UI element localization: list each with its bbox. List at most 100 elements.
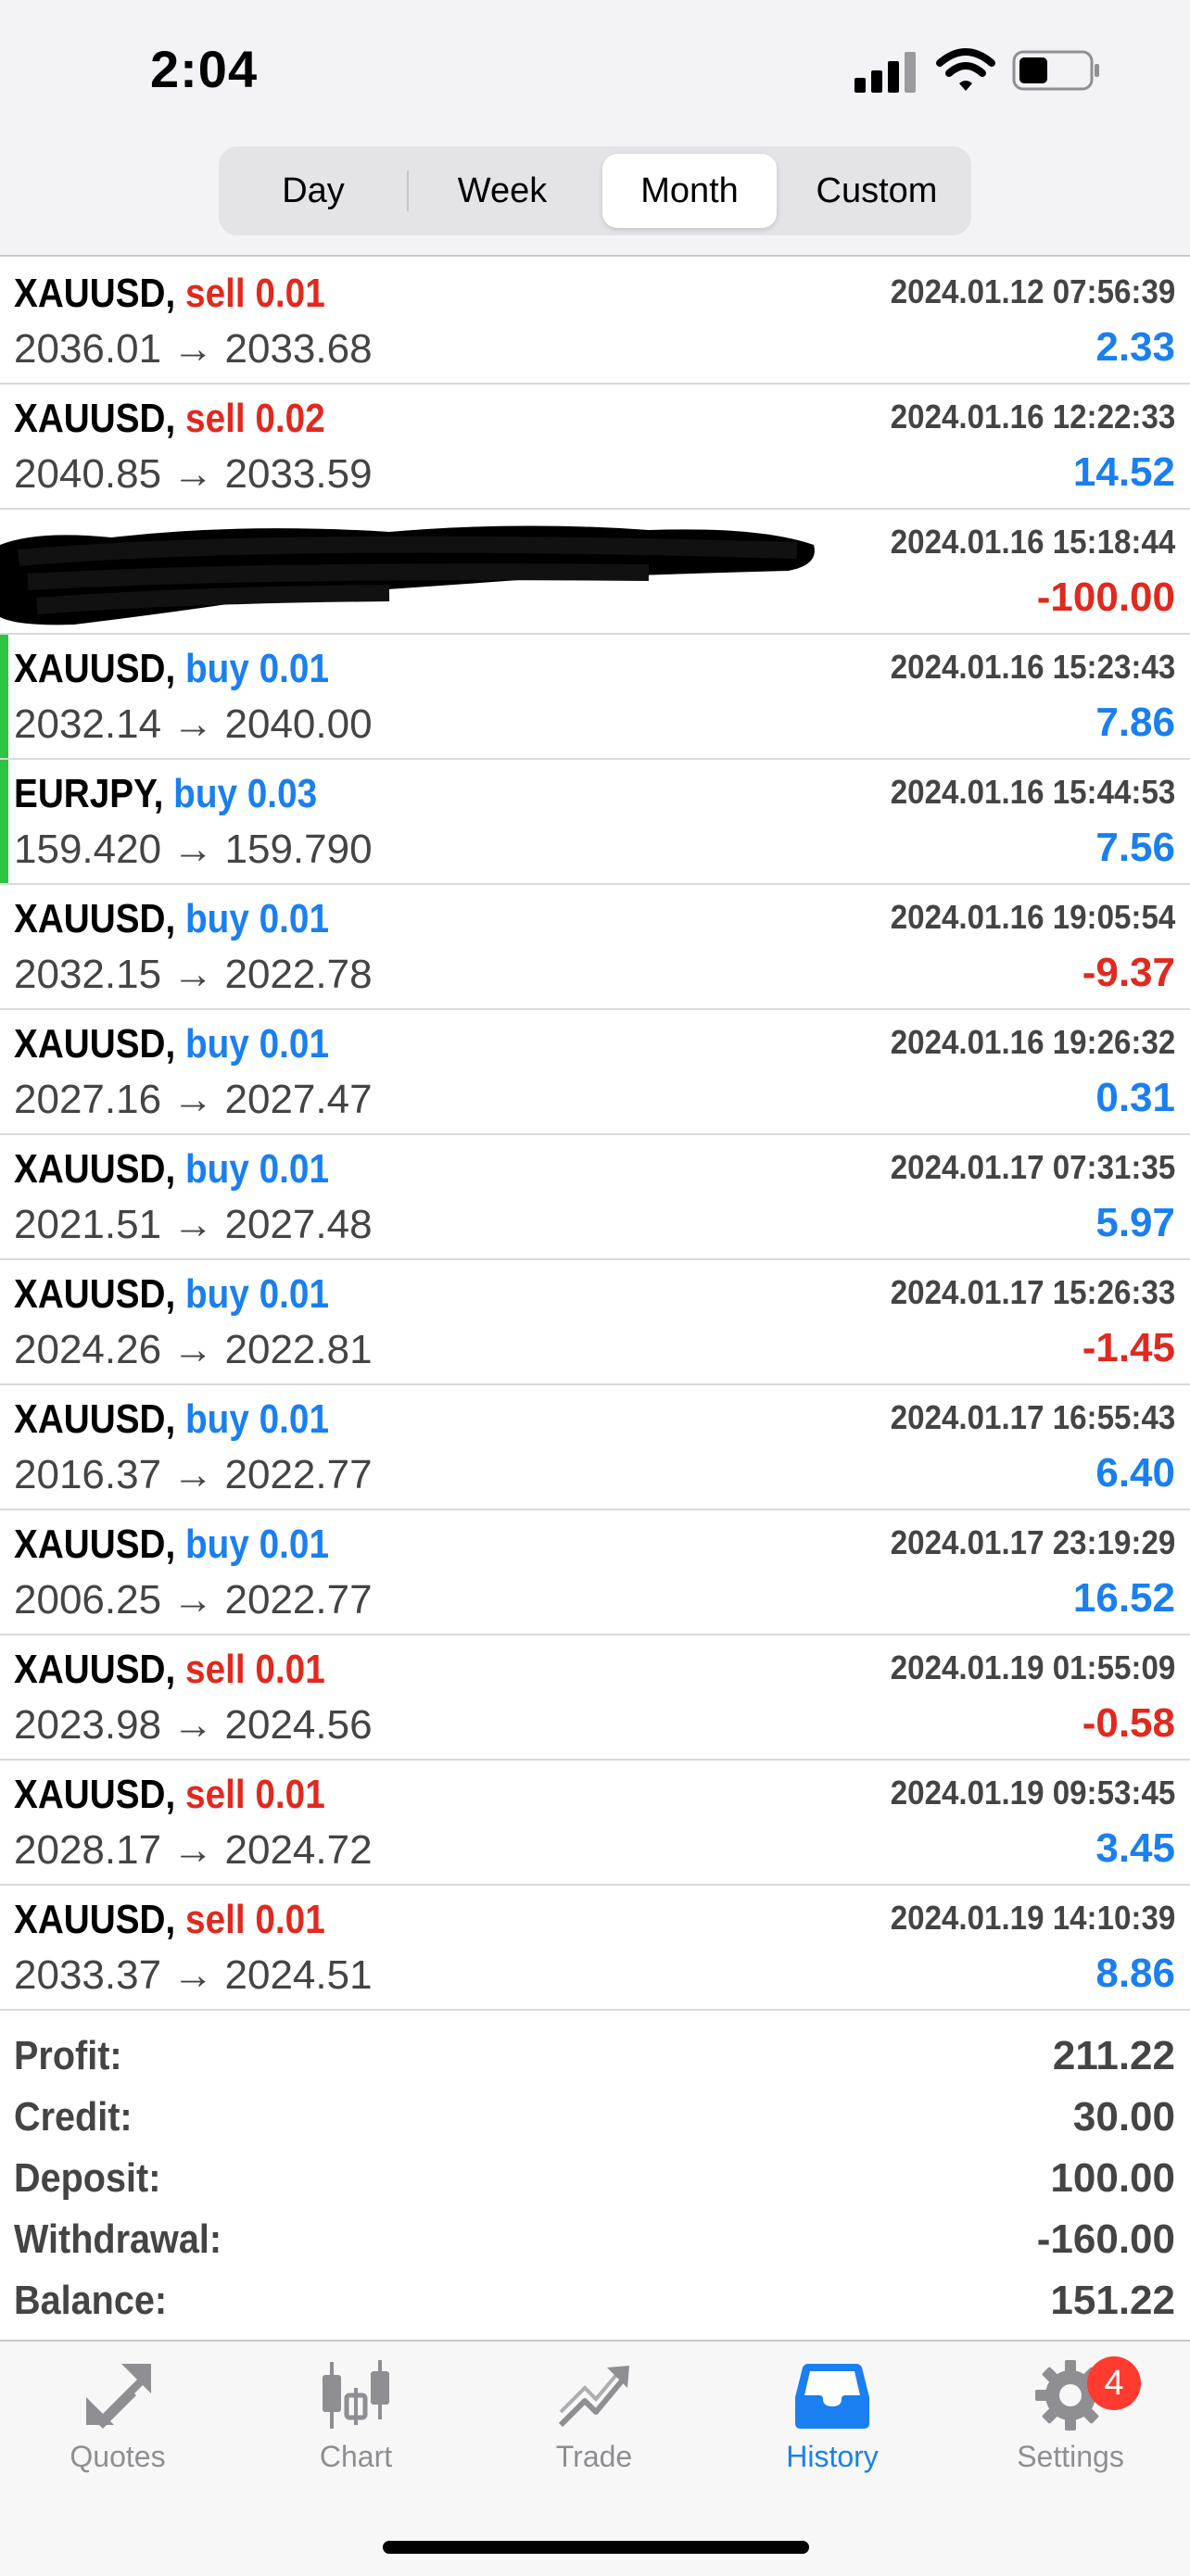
trade-prices: 2032.14 → 2040.00	[14, 701, 373, 747]
trade-title: XAUUSD, buy 0.01	[14, 646, 329, 692]
trade-symbol: XAUUSD,	[14, 646, 176, 691]
trade-row[interactable]: XAUUSD, buy 0.01 2006.25 → 2022.77 2024.…	[0, 1510, 1190, 1635]
trade-prices: 159.420 → 159.790	[14, 827, 373, 872]
trade-row[interactable]: XAUUSD, buy 0.01 2021.51 → 2027.48 2024.…	[0, 1135, 1190, 1260]
trade-side: buy 0.03	[173, 771, 318, 816]
trade-symbol: XAUUSD,	[14, 1396, 176, 1442]
tab-day[interactable]: Day	[226, 154, 400, 228]
trade-title: XAUUSD, sell 0.01	[14, 1772, 325, 1818]
summary-value: 151.22	[1050, 2278, 1175, 2323]
summary-label: Deposit:	[14, 2155, 161, 2201]
trade-row[interactable]: XAUUSD, sell 0.02 2040.85 → 2033.59 2024…	[0, 385, 1190, 510]
trade-profit: 6.40	[1095, 1450, 1175, 1496]
trade-prices: 2016.37 → 2022.77	[14, 1452, 373, 1497]
trade-profit: -100.00	[1036, 575, 1175, 620]
trade-profit: 7.56	[1095, 825, 1175, 870]
account-summary: Profit: 211.22 Credit: 30.00 Deposit: 10…	[0, 2027, 1190, 2342]
trade-title: XAUUSD, buy 0.01	[14, 1396, 329, 1443]
tabbar-item-trade[interactable]: Trade	[501, 2360, 687, 2490]
trade-profit: 8.86	[1095, 1951, 1175, 1996]
trade-prices: 2032.15 → 2022.78	[14, 952, 373, 997]
trade-symbol: XAUUSD,	[14, 1647, 176, 1692]
period-segmented-control: Day Week Month Custom	[219, 146, 971, 235]
trade-profit: -0.58	[1082, 1700, 1175, 1746]
tabbar-label: Chart	[319, 2440, 393, 2473]
tabbar-item-settings[interactable]: 4 Settings	[978, 2356, 1163, 2490]
trade-row[interactable]: XAUUSD, sell 0.01 2033.37 → 2024.51 2024…	[0, 1886, 1190, 2011]
trade-side: sell 0.01	[185, 1647, 325, 1692]
status-time: 2:04	[150, 40, 259, 98]
trade-date: 2024.01.16 15:18:44	[890, 523, 1175, 561]
trade-title: XAUUSD, sell 0.01	[14, 271, 325, 317]
trade-title: XAUUSD, buy 0.01	[14, 896, 329, 942]
period-selector-area: Day Week Month Custom	[0, 139, 1190, 257]
trade-date: 2024.01.12 07:56:39	[890, 272, 1175, 310]
trade-symbol: XAUUSD,	[14, 1146, 176, 1192]
status-bar: 2:04	[0, 0, 1190, 139]
summary-value: 100.00	[1050, 2155, 1175, 2201]
trade-row[interactable]: EURJPY, buy 0.03 159.420 → 159.790 2024.…	[0, 760, 1190, 885]
trade-row[interactable]: XAUUSD, buy 0.01 2032.14 → 2040.00 2024.…	[0, 635, 1190, 760]
tab-custom[interactable]: Custom	[790, 154, 964, 228]
segment-divider	[407, 170, 409, 211]
tabbar-label: Quotes	[70, 2440, 166, 2473]
trade-profit: 5.97	[1095, 1200, 1175, 1245]
trade-row[interactable]: XAUUSD, sell 0.01 2028.17 → 2024.72 2024…	[0, 1761, 1190, 1886]
trade-date: 2024.01.16 19:26:32	[890, 1023, 1175, 1061]
trade-symbol: XAUUSD,	[14, 1271, 176, 1317]
settings-notification-badge: 4	[1087, 2356, 1141, 2410]
trade-side: buy 0.01	[185, 1146, 329, 1192]
trade-side: sell 0.01	[185, 1897, 325, 1942]
trade-title: XAUUSD, buy 0.01	[14, 1271, 329, 1318]
trade-row-redacted[interactable]: 2024.01.16 15:18:44 -100.00	[0, 510, 1190, 635]
tabbar-label: Settings	[1017, 2440, 1124, 2473]
tab-week[interactable]: Week	[415, 154, 589, 228]
trade-symbol: XAUUSD,	[14, 271, 176, 316]
trade-prices: 2027.16 → 2027.47	[14, 1077, 373, 1122]
trade-side: buy 0.01	[185, 646, 329, 691]
trade-prices: 2024.26 → 2022.81	[14, 1327, 373, 1372]
trade-profit: 7.86	[1095, 700, 1175, 745]
trade-prices: 2036.01 → 2033.68	[14, 326, 373, 372]
trade-side: buy 0.01	[185, 1271, 329, 1317]
summary-value: 30.00	[1072, 2094, 1175, 2140]
trade-row[interactable]: XAUUSD, sell 0.01 2036.01 → 2033.68 2024…	[0, 259, 1190, 385]
summary-row-credit: Credit: 30.00	[0, 2089, 1190, 2150]
cellular-signal-icon	[855, 52, 916, 93]
tabbar-item-chart[interactable]: Chart	[263, 2360, 449, 2490]
open-position-marker	[0, 760, 8, 883]
trade-row[interactable]: XAUUSD, buy 0.01 2032.15 → 2022.78 2024.…	[0, 885, 1190, 1010]
trade-row[interactable]: XAUUSD, buy 0.01 2016.37 → 2022.77 2024.…	[0, 1385, 1190, 1510]
summary-label: Balance:	[14, 2278, 168, 2323]
trade-side: buy 0.01	[185, 1522, 329, 1567]
trade-side: buy 0.01	[185, 1021, 329, 1067]
open-position-marker	[0, 635, 8, 758]
trade-side: sell 0.01	[185, 271, 325, 316]
summary-label: Credit:	[14, 2094, 133, 2140]
trade-symbol: XAUUSD,	[14, 1772, 176, 1817]
tabbar-item-quotes[interactable]: Quotes	[25, 2360, 210, 2490]
trade-symbol: XAUUSD,	[14, 1522, 176, 1567]
tab-month[interactable]: Month	[602, 154, 777, 228]
trade-prices: 2028.17 → 2024.72	[14, 1827, 373, 1873]
trade-icon	[558, 2366, 629, 2428]
bottom-tab-bar: Quotes Chart Trade History 4 Settings	[0, 2340, 1190, 2576]
trade-symbol: XAUUSD,	[14, 896, 176, 941]
trade-title: EURJPY, buy 0.03	[14, 771, 317, 817]
summary-row-balance: Balance: 151.22	[0, 2272, 1190, 2333]
tabbar-item-history[interactable]: History	[740, 2360, 925, 2490]
summary-label: Withdrawal:	[14, 2216, 222, 2262]
trade-row[interactable]: XAUUSD, buy 0.01 2024.26 → 2022.81 2024.…	[0, 1260, 1190, 1385]
trade-date: 2024.01.19 14:10:39	[890, 1899, 1175, 1937]
wifi-icon	[936, 48, 995, 91]
trade-date: 2024.01.19 09:53:45	[890, 1774, 1175, 1812]
trade-title: XAUUSD, sell 0.01	[14, 1647, 325, 1693]
trade-prices: 2023.98 → 2024.56	[14, 1702, 373, 1748]
trade-row[interactable]: XAUUSD, sell 0.01 2023.98 → 2024.56 2024…	[0, 1635, 1190, 1761]
summary-value: -160.00	[1036, 2216, 1175, 2262]
trade-date: 2024.01.19 01:55:09	[890, 1648, 1175, 1686]
trade-profit: 3.45	[1095, 1825, 1175, 1871]
battery-icon	[1012, 50, 1099, 91]
trade-row[interactable]: XAUUSD, buy 0.01 2027.16 → 2027.47 2024.…	[0, 1010, 1190, 1135]
summary-value: 211.22	[1052, 2033, 1175, 2078]
